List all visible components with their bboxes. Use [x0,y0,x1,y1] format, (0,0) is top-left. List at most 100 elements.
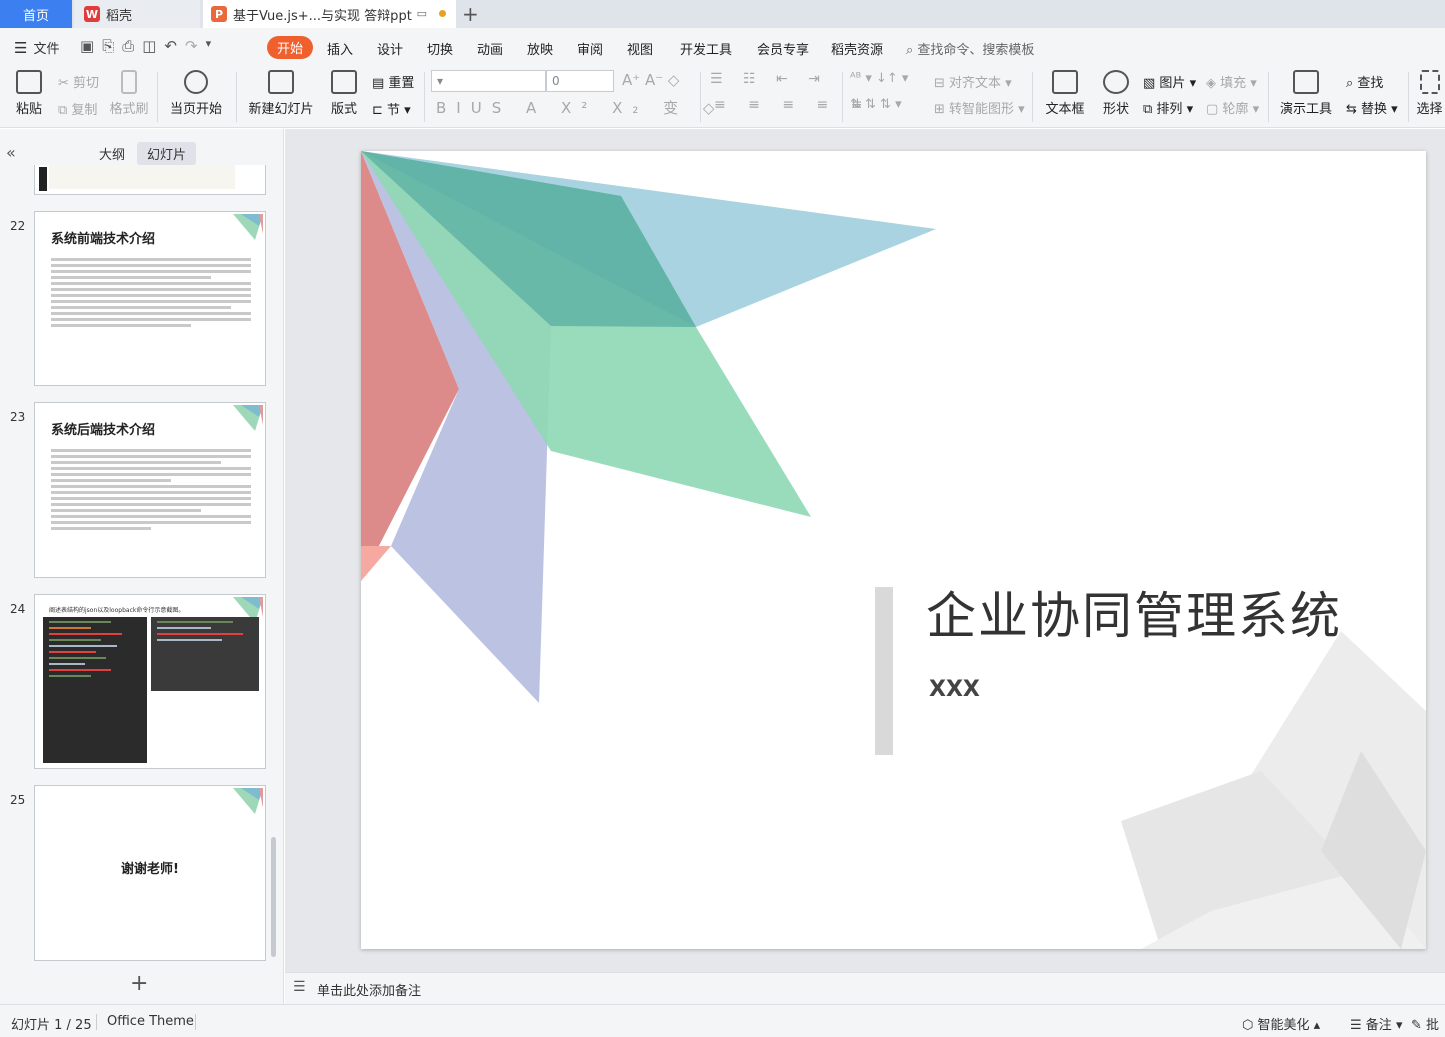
replace-label: 替换 [1361,102,1388,117]
align-text-label: 对齐文本 [949,76,1002,91]
textbox-icon [1052,70,1078,94]
command-search[interactable]: ⌕ 查找命令、搜索模板 [906,39,1034,58]
panel-scrollbar[interactable] [271,837,276,957]
print-icon[interactable]: ⎙ [122,37,134,55]
menu-slideshow[interactable]: 放映 [527,39,553,58]
slide-number: 25 [10,793,26,807]
text-direction-buttons[interactable]: ᴬᴮ ▾ ↓↑ ▾ [850,71,908,86]
slide-thumbnail[interactable] [34,165,266,195]
list-buttons[interactable]: ☰ ☷ ⇤ ⇥ [710,71,828,87]
tab-slides[interactable]: 幻灯片 [137,142,197,165]
menu-daoke-resources[interactable]: 稻壳资源 [831,39,883,58]
menu-home[interactable]: 开始 [267,36,314,59]
notes-toggle-button[interactable]: ☰ 备注 ▾ [1350,1014,1402,1033]
menu-developer[interactable]: 开发工具 [680,39,732,58]
play-from-current-label: 当页开始 [169,102,222,117]
presentation-tools-icon [1293,70,1319,94]
undo-icon[interactable]: ↶ [164,37,177,55]
slide-number: 23 [10,410,26,424]
print-preview-icon[interactable]: ◫ [142,37,156,55]
menu-transitions[interactable]: 切换 [427,39,453,58]
customize-qa-icon[interactable]: ▾ [206,37,212,55]
menu-membership[interactable]: 会员专享 [757,39,809,58]
thumb-terminal-screenshot [151,617,259,691]
section-button[interactable]: ⊏ 节 ▾ [372,99,411,118]
tab-home[interactable]: 首页 [0,0,72,28]
file-menu-label: 文件 [33,42,60,57]
tab-document[interactable]: P 基于Vue.js+...与实现 答辩ppt ▭ [203,0,456,28]
menu-design[interactable]: 设计 [377,39,403,58]
ribbon-separator [700,72,701,122]
slide-thumbnail[interactable]: 阐述表结构的json以及loopback命令行示意截图。 [34,594,266,769]
ribbon-separator [842,72,843,122]
reset-button[interactable]: ▤ 重置 [372,72,414,91]
title-bar: 首页 W 稻壳 P 基于Vue.js+...与实现 答辩ppt ▭ + [0,0,1445,28]
arrange-button[interactable]: ⧉ 排列 ▾ [1143,98,1193,117]
slide-thumbnail[interactable]: 系统后端技术介绍 [34,402,266,578]
save-icon[interactable]: ▣ [80,37,94,55]
smart-shape-label: 转智能图形 [949,102,1015,117]
paste-button[interactable]: 粘贴 [10,70,48,117]
play-from-current-button[interactable]: 当页开始 [166,70,226,117]
textbox-button[interactable]: 文本框 [1040,70,1090,117]
theme-name[interactable]: Office Theme [107,1014,194,1029]
fill-label: 填充 [1220,76,1247,91]
smart-shape-button[interactable]: ⊞ 转智能图形 ▾ [934,98,1025,117]
shape-button[interactable]: 形状 [1096,70,1136,117]
presentation-tools-button[interactable]: 演示工具 [1276,70,1336,117]
smart-beautify-button[interactable]: ⬡ 智能美化 ▴ [1242,1014,1320,1033]
align-buttons[interactable]: ≡ ≡ ≡ ≡ ≡ [714,97,871,113]
outline-button[interactable]: ▢ 轮廓 ▾ [1206,98,1259,117]
format-painter-button[interactable]: 格式刷 [108,70,150,117]
notes-pane[interactable]: ☰ 单击此处添加备注 [285,972,1445,1004]
menu-animations[interactable]: 动画 [477,39,503,58]
comment-icon: ✎ [1411,1018,1422,1033]
fill-button[interactable]: ◈ 填充 ▾ [1206,72,1257,91]
file-menu[interactable]: ☰ 文件 [14,38,60,58]
font-size-buttons[interactable]: A⁺ A⁻ ◇ [622,71,679,89]
select-button[interactable]: 选择 [1414,70,1445,117]
align-text-button[interactable]: ⊟ 对齐文本 ▾ [934,72,1012,91]
font-family-select[interactable]: ▾ [431,70,546,92]
paste-label: 粘贴 [15,102,42,117]
slide-thumbnail[interactable]: 谢谢老师! [34,785,266,961]
thumb-title: 谢谢老师! [121,862,179,877]
status-bar: 幻灯片 1 / 25 Office Theme ⬡ 智能美化 ▴ ☰ 备注 ▾ … [0,1004,1445,1037]
menu-view[interactable]: 视图 [627,39,653,58]
tab-home-label: 首页 [22,8,49,24]
shape-icon [1103,70,1129,94]
cut-button[interactable]: ✂ 剪切 [58,72,99,91]
layout-icon [331,70,357,94]
font-size-select[interactable]: 0 [546,70,614,92]
new-tab-button[interactable]: + [462,2,479,26]
current-slide[interactable]: 企业协同管理系统 XXX [361,151,1426,949]
tab-outline[interactable]: 大纲 [89,142,135,165]
cut-label: 剪切 [73,76,100,91]
arrange-label: 排列 [1156,102,1183,117]
monitor-icon[interactable]: ▭ [417,7,427,20]
presentation-tools-label: 演示工具 [1279,102,1332,117]
slide-title[interactable]: 企业协同管理系统 [926,576,1342,648]
layout-button[interactable]: 版式 [326,70,362,117]
font-style-buttons[interactable]: BIUS A X² X₂ 变 ◇ [436,97,724,118]
slide-thumbnail[interactable]: 系统前端技术介绍 [34,211,266,386]
menu-insert[interactable]: 插入 [327,39,353,58]
redo-icon[interactable]: ↷ [185,37,198,55]
tab-daoke[interactable]: W 稻壳 [74,0,200,28]
slide-subtitle[interactable]: XXX [929,677,980,702]
replace-button[interactable]: ⇆ 替换 ▾ [1346,98,1398,117]
find-button[interactable]: ⌕ 查找 [1346,72,1383,91]
collapse-panel-icon[interactable]: « [6,143,16,162]
line-spacing-buttons[interactable]: ⇅ ⇅ ⇅ ▾ [850,97,902,112]
picture-button[interactable]: ▧ 图片 ▾ [1143,72,1196,91]
new-slide-button[interactable]: 新建幻灯片 [246,70,316,117]
copy-button[interactable]: ⧉ 复制 [58,99,97,118]
comment-button[interactable]: ✎ 批 [1411,1014,1439,1033]
picture-label: 图片 [1159,76,1186,91]
copy-label: 复制 [71,103,98,118]
menu-review[interactable]: 审阅 [577,39,603,58]
export-pdf-icon[interactable]: ⎘ [102,37,114,55]
presentation-logo-icon: P [211,6,227,22]
outline-label: 轮廓 [1222,102,1249,117]
add-slide-button[interactable]: + [130,971,148,996]
